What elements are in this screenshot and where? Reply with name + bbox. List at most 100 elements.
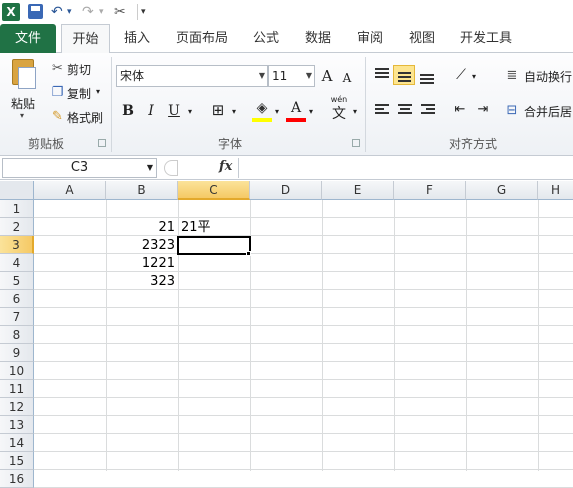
- align-right-icon[interactable]: [417, 100, 439, 120]
- align-left-icon[interactable]: [371, 100, 393, 120]
- column-header-h[interactable]: H: [538, 181, 573, 200]
- select-all-button[interactable]: [0, 181, 34, 200]
- borders-icon[interactable]: ⊞: [207, 100, 229, 120]
- font-size-select[interactable]: 11 ▼: [268, 65, 315, 87]
- row-header-6[interactable]: 6: [0, 290, 34, 308]
- cell-c2[interactable]: 21平: [181, 219, 211, 237]
- row-header-12[interactable]: 12: [0, 398, 34, 416]
- collapse-handle[interactable]: [164, 160, 178, 176]
- orientation-dropdown-icon[interactable]: ▾: [469, 67, 479, 87]
- tools-icon[interactable]: ✂: [114, 3, 126, 21]
- font-color-dropdown-icon[interactable]: ▾: [306, 102, 316, 122]
- bold-button[interactable]: B: [118, 101, 138, 121]
- fill-color-dropdown-icon[interactable]: ▾: [272, 102, 282, 122]
- wrap-text-icon: ≣: [506, 68, 518, 83]
- align-center-icon[interactable]: [394, 100, 416, 120]
- redo-icon[interactable]: ↷: [82, 3, 94, 21]
- italic-button[interactable]: I: [141, 101, 161, 121]
- customize-toolbar-icon[interactable]: ▾: [141, 3, 146, 21]
- underline-dropdown-icon[interactable]: ▾: [185, 102, 195, 122]
- row-header-10[interactable]: 10: [0, 362, 34, 380]
- insert-function-button[interactable]: fx: [219, 159, 232, 174]
- fill-color-icon[interactable]: ◈: [252, 98, 272, 122]
- increase-indent-icon[interactable]: ⇥: [473, 100, 493, 120]
- format-painter-button[interactable]: 格式刷: [67, 109, 103, 126]
- row-gridline: [34, 343, 573, 344]
- borders-dropdown-icon[interactable]: ▾: [229, 102, 239, 122]
- row-header-8[interactable]: 8: [0, 326, 34, 344]
- fill-handle[interactable]: [246, 251, 251, 256]
- excel-logo-icon[interactable]: X: [2, 3, 20, 21]
- redo-dropdown-icon[interactable]: ▾: [99, 3, 104, 21]
- font-name-select[interactable]: 宋体 ▼: [116, 65, 268, 87]
- shrink-font-button[interactable]: A: [339, 68, 355, 88]
- font-name-value: 宋体: [120, 69, 145, 83]
- font-color-button[interactable]: A: [286, 98, 306, 122]
- copy-button[interactable]: 复制: [67, 85, 91, 102]
- copy-dropdown-icon[interactable]: ▾: [96, 87, 100, 96]
- undo-icon[interactable]: ↶: [51, 3, 63, 21]
- save-icon[interactable]: [28, 4, 43, 19]
- cell-b3[interactable]: 2323: [106, 237, 175, 255]
- column-header-c[interactable]: C: [178, 181, 250, 200]
- phonetic-button[interactable]: 文: [328, 104, 350, 124]
- row-header-4[interactable]: 4: [0, 254, 34, 272]
- row-header-9[interactable]: 9: [0, 344, 34, 362]
- decrease-indent-icon[interactable]: ⇤: [450, 100, 470, 120]
- chevron-down-icon: ▼: [258, 71, 265, 80]
- tab-developer[interactable]: 开发工具: [454, 24, 518, 53]
- phonetic-dropdown-icon[interactable]: ▾: [350, 102, 360, 122]
- column-header-d[interactable]: D: [250, 181, 322, 200]
- row-gridline: [34, 451, 573, 452]
- cut-button[interactable]: 剪切: [67, 61, 91, 78]
- formula-input[interactable]: [238, 158, 573, 178]
- tab-insert[interactable]: 插入: [117, 24, 157, 53]
- column-header-f[interactable]: F: [394, 181, 466, 200]
- row-header-13[interactable]: 13: [0, 416, 34, 434]
- name-box[interactable]: C3 ▼: [2, 158, 157, 178]
- ribbon-home: 粘贴 ▾ ✂ 剪切 ❐ 复制 ▾ ✎ 格式刷 剪贴板 宋体 ▼ 11 ▼ A A B…: [0, 53, 573, 156]
- undo-dropdown-icon[interactable]: ▾: [67, 3, 72, 21]
- column-header-a[interactable]: A: [34, 181, 106, 200]
- grow-font-button[interactable]: A: [318, 66, 336, 86]
- paste-button[interactable]: 粘贴: [11, 95, 35, 112]
- paste-icon[interactable]: [8, 59, 40, 99]
- underline-button[interactable]: U: [164, 101, 184, 121]
- row-header-2[interactable]: 2: [0, 218, 34, 236]
- scissors-icon: ✂: [52, 61, 63, 76]
- tab-page-layout[interactable]: 页面布局: [170, 24, 234, 53]
- row-header-14[interactable]: 14: [0, 434, 34, 452]
- row-header-15[interactable]: 15: [0, 452, 34, 470]
- format-painter-icon: ✎: [52, 109, 63, 124]
- font-launcher-icon[interactable]: [352, 139, 360, 147]
- font-size-value: 11: [272, 69, 288, 83]
- column-header-g[interactable]: G: [466, 181, 538, 200]
- tab-review[interactable]: 审阅: [350, 24, 390, 53]
- tab-file[interactable]: 文件: [0, 24, 56, 53]
- row-header-3[interactable]: 3: [0, 236, 34, 254]
- align-bottom-icon[interactable]: [416, 65, 438, 85]
- tab-home[interactable]: 开始: [61, 24, 110, 54]
- paste-dropdown-icon[interactable]: ▾: [20, 111, 24, 120]
- tab-formulas[interactable]: 公式: [246, 24, 286, 53]
- row-gridline: [34, 469, 573, 470]
- wrap-text-button[interactable]: 自动换行: [524, 68, 572, 85]
- tab-view[interactable]: 视图: [402, 24, 442, 53]
- cell-b5[interactable]: 323: [106, 273, 175, 291]
- row-header-7[interactable]: 7: [0, 308, 34, 326]
- tab-data[interactable]: 数据: [298, 24, 338, 53]
- row-gridline: [34, 397, 573, 398]
- row-header-1[interactable]: 1: [0, 200, 34, 218]
- clipboard-launcher-icon[interactable]: [98, 139, 106, 147]
- merge-center-button[interactable]: 合并后居: [524, 103, 572, 120]
- row-header-5[interactable]: 5: [0, 272, 34, 290]
- align-top-icon[interactable]: [371, 65, 393, 85]
- cell-b4[interactable]: 1221: [106, 255, 175, 273]
- row-header-11[interactable]: 11: [0, 380, 34, 398]
- cell-b2[interactable]: 21: [106, 219, 175, 237]
- column-header-e[interactable]: E: [322, 181, 394, 200]
- column-header-b[interactable]: B: [106, 181, 178, 200]
- active-cell-c3[interactable]: [177, 236, 251, 255]
- row-header-16[interactable]: 16: [0, 470, 34, 488]
- align-middle-icon[interactable]: [393, 65, 415, 85]
